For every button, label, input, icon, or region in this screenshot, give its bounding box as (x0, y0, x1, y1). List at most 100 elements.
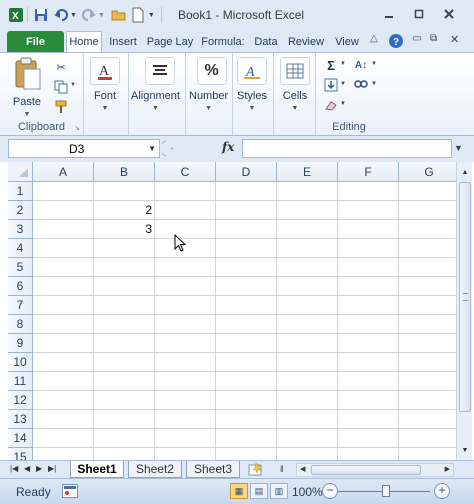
row-header-3[interactable]: 3 (8, 220, 33, 239)
fill-icon[interactable] (322, 77, 340, 93)
name-box-dropdown-icon[interactable]: ▼ (148, 144, 156, 153)
row-header-11[interactable]: 11 (8, 372, 33, 391)
macro-record-icon[interactable] (62, 484, 78, 498)
scroll-down-icon[interactable]: ▼ (457, 442, 473, 458)
fill-dropdown-icon[interactable]: ▼ (340, 81, 346, 87)
tab-review[interactable]: Review (284, 31, 328, 52)
formula-input[interactable] (242, 139, 452, 158)
minimize-icon[interactable] (376, 5, 402, 23)
styles-button[interactable]: A Styles ▼ (237, 57, 267, 112)
first-sheet-icon[interactable]: |◀ (10, 464, 18, 473)
zoom-slider-thumb[interactable] (382, 485, 390, 497)
row-header-12[interactable]: 12 (8, 391, 33, 410)
row-header-5[interactable]: 5 (8, 258, 33, 277)
tab-insert[interactable]: Insert (104, 31, 142, 52)
paste-dropdown-icon[interactable]: ▼ (24, 111, 31, 118)
split-handle-icon[interactable]: ‖ (280, 464, 284, 474)
copy-dropdown-icon[interactable]: ▼ (70, 82, 76, 88)
insert-function-button[interactable]: fx (222, 140, 234, 154)
sheet-tab-3[interactable]: Sheet3 (186, 461, 240, 478)
cell-b3[interactable]: 3 (94, 220, 154, 238)
alignment-button[interactable]: Alignment ▼ (131, 57, 180, 112)
workbook-minimize-icon[interactable]: ▭ (412, 33, 421, 44)
copy-icon[interactable] (52, 79, 70, 95)
save-icon[interactable] (33, 7, 49, 23)
row-header-15[interactable]: 15 (8, 448, 33, 460)
scroll-up-icon[interactable]: ▲ (457, 164, 473, 180)
next-sheet-icon[interactable]: ▶ (36, 464, 42, 473)
help-icon[interactable]: ? (388, 33, 404, 52)
find-dropdown-icon[interactable]: ▼ (371, 81, 377, 87)
row-header-6[interactable]: 6 (8, 277, 33, 296)
font-button[interactable]: A Font ▼ (90, 57, 120, 112)
row-header-9[interactable]: 9 (8, 334, 33, 353)
worksheet-grid[interactable]: A B C D E F G 1 2 3 4 5 6 7 8 9 10 11 12… (8, 162, 456, 460)
name-box[interactable]: D3 ▼ (8, 139, 160, 158)
column-header-f[interactable]: F (338, 162, 399, 182)
expand-formula-bar-icon[interactable]: ▼ (454, 143, 463, 153)
tab-formulas[interactable]: Formula: (198, 31, 248, 52)
row-header-7[interactable]: 7 (8, 296, 33, 315)
workbook-restore-icon[interactable]: ⧉ (430, 33, 437, 44)
row-header-4[interactable]: 4 (8, 239, 33, 258)
row-header-14[interactable]: 14 (8, 429, 33, 448)
tab-data[interactable]: Data (250, 31, 282, 52)
minimize-ribbon-icon[interactable]: △ (370, 33, 378, 44)
dialog-launcher-icon[interactable]: ↘ (74, 124, 80, 132)
close-icon[interactable] (436, 5, 462, 23)
tab-file[interactable]: File (7, 31, 64, 52)
zoom-in-icon[interactable]: + (434, 483, 450, 499)
open-icon[interactable] (111, 7, 127, 23)
prev-sheet-icon[interactable]: ◀ (24, 464, 30, 473)
clear-icon[interactable] (322, 97, 340, 113)
row-header-10[interactable]: 10 (8, 353, 33, 372)
paste-button[interactable]: Paste ▼ (12, 57, 42, 118)
number-button[interactable]: % Number ▼ (189, 57, 228, 112)
last-sheet-icon[interactable]: ▶| (48, 464, 56, 473)
column-header-c[interactable]: C (155, 162, 216, 182)
sort-filter-icon[interactable]: A↕ (352, 57, 370, 73)
new-icon[interactable] (130, 7, 146, 23)
row-header-13[interactable]: 13 (8, 410, 33, 429)
column-header-d[interactable]: D (216, 162, 277, 182)
cell-area[interactable]: 2 3 (33, 182, 456, 460)
row-header-8[interactable]: 8 (8, 315, 33, 334)
cell-b2[interactable]: 2 (94, 201, 154, 219)
vertical-scroll-thumb[interactable] (459, 182, 471, 412)
normal-view-icon[interactable]: ▦ (230, 483, 248, 499)
excel-app-icon[interactable]: X (8, 7, 24, 23)
page-layout-view-icon[interactable]: ▤ (250, 483, 268, 499)
vertical-scrollbar[interactable]: ▲ ▼ (456, 162, 472, 460)
autosum-dropdown-icon[interactable]: ▼ (340, 61, 346, 67)
cells-button[interactable]: Cells ▼ (280, 57, 310, 112)
sort-dropdown-icon[interactable]: ▼ (371, 61, 377, 67)
undo-dropdown-icon[interactable]: ▼ (70, 12, 77, 19)
horizontal-scrollbar[interactable]: ◀ ▶ (296, 463, 454, 477)
column-header-a[interactable]: A (33, 162, 94, 182)
sheet-tab-1[interactable]: Sheet1 (70, 461, 124, 478)
row-header-2[interactable]: 2 (8, 201, 33, 220)
undo-icon[interactable] (53, 7, 69, 23)
tab-home[interactable]: Home (66, 31, 102, 52)
column-header-e[interactable]: E (277, 162, 338, 182)
scroll-left-icon[interactable]: ◀ (300, 465, 305, 473)
sheet-tab-2[interactable]: Sheet2 (128, 461, 182, 478)
workbook-close-icon[interactable]: ✕ (450, 33, 459, 46)
scroll-right-icon[interactable]: ▶ (445, 465, 450, 473)
page-break-view-icon[interactable]: ▥ (270, 483, 288, 499)
tab-page-layout[interactable]: Page Lay (144, 31, 196, 52)
column-header-g[interactable]: G (399, 162, 456, 182)
select-all-button[interactable] (8, 162, 33, 182)
autosum-icon[interactable]: Σ (322, 57, 340, 73)
find-select-icon[interactable] (352, 77, 370, 93)
clear-dropdown-icon[interactable]: ▼ (340, 101, 346, 107)
zoom-out-icon[interactable]: − (322, 483, 338, 499)
restore-icon[interactable] (406, 5, 432, 23)
redo-icon[interactable] (81, 7, 97, 23)
column-header-b[interactable]: B (94, 162, 155, 182)
redo-dropdown-icon[interactable]: ▼ (98, 12, 105, 19)
zoom-level[interactable]: 100% (292, 485, 323, 499)
customize-qat-icon[interactable]: ▼ (148, 12, 155, 19)
cut-icon[interactable]: ✂ (52, 59, 70, 75)
tab-view[interactable]: View (330, 31, 364, 52)
